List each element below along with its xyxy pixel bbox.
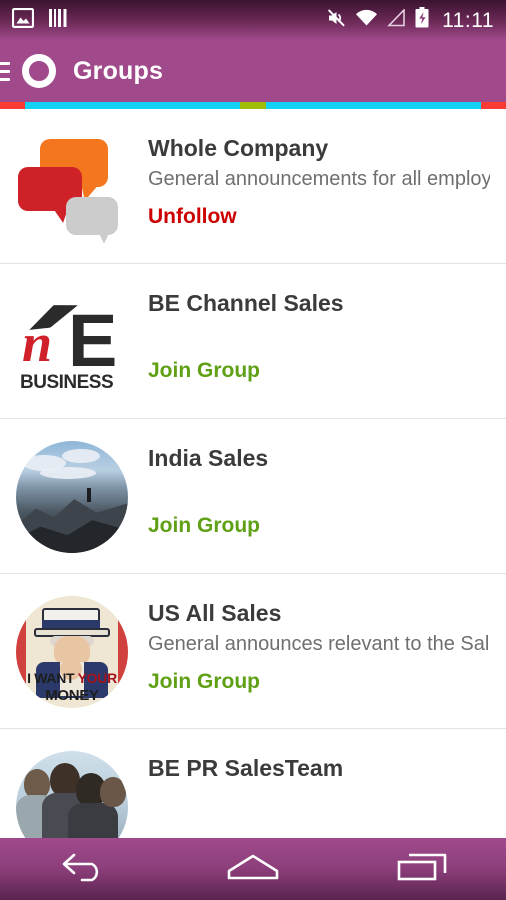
groups-list[interactable]: Whole Company General announcements for … bbox=[0, 109, 506, 838]
accent-segment-0 bbox=[0, 102, 26, 109]
mountain-photo bbox=[16, 441, 128, 553]
image-icon bbox=[11, 7, 35, 33]
accent-segment-1 bbox=[25, 102, 241, 109]
group-name: US All Sales bbox=[148, 600, 282, 626]
accent-segment-2 bbox=[240, 102, 266, 109]
accent-segment-3 bbox=[265, 102, 481, 109]
list-item[interactable]: BE PR SalesTeam bbox=[0, 729, 506, 838]
signal-icon bbox=[387, 7, 406, 32]
phone-screen: 11:11 Groups Whole Company General annou bbox=[0, 0, 506, 900]
logo-letter-n: n bbox=[22, 313, 53, 373]
logo-letter-e: E bbox=[68, 299, 118, 382]
group-description: General announcements for all employ… bbox=[148, 168, 490, 191]
back-button[interactable] bbox=[39, 838, 129, 900]
poster-line-1: I WANT YOUR bbox=[27, 670, 117, 686]
poster-line-2: MONEY bbox=[45, 687, 99, 704]
list-item[interactable]: Whole Company General announcements for … bbox=[0, 109, 506, 264]
group-name: BE Channel Sales bbox=[148, 290, 344, 316]
list-item[interactable]: India Sales Join Group bbox=[0, 419, 506, 574]
wifi-icon bbox=[355, 9, 378, 32]
unfollow-button[interactable]: Unfollow bbox=[148, 204, 237, 229]
list-item-body: US All Sales General announces relevant … bbox=[148, 596, 490, 695]
status-bar-right-icons: 11:11 bbox=[326, 7, 494, 33]
android-nav-bar bbox=[0, 838, 506, 900]
status-bar-clock: 11:11 bbox=[442, 8, 494, 32]
list-item-body: Whole Company General announcements for … bbox=[148, 131, 490, 230]
recents-icon bbox=[395, 851, 449, 888]
battery-charging-icon bbox=[415, 7, 429, 33]
accent-progress-strip bbox=[0, 102, 506, 109]
hamburger-menu-icon[interactable] bbox=[0, 61, 10, 81]
app-logo-ring-icon bbox=[22, 54, 56, 88]
list-item-body: India Sales Join Group bbox=[148, 441, 490, 539]
join-group-button[interactable]: Join Group bbox=[148, 669, 260, 694]
app-bar: Groups bbox=[0, 40, 506, 102]
mute-icon bbox=[326, 8, 346, 33]
status-bar: 11:11 bbox=[0, 0, 506, 40]
group-name: India Sales bbox=[148, 445, 269, 471]
home-icon bbox=[225, 851, 281, 888]
home-button[interactable] bbox=[208, 838, 298, 900]
accent-segment-4 bbox=[480, 102, 506, 109]
recents-button[interactable] bbox=[377, 838, 467, 900]
list-item[interactable]: I WANT YOUR MONEY US All Sales General a… bbox=[0, 574, 506, 729]
join-group-button[interactable]: Join Group bbox=[148, 513, 260, 538]
join-group-button[interactable]: Join Group bbox=[148, 358, 260, 383]
logo-wordmark: BUSINESS bbox=[20, 372, 114, 393]
list-item[interactable]: n E BUSINESS BE Channel Sales Join Group bbox=[0, 264, 506, 419]
list-item-body: BE PR SalesTeam bbox=[148, 751, 490, 781]
page-title: Groups bbox=[73, 56, 164, 85]
group-name: Whole Company bbox=[148, 135, 329, 161]
list-item-body: BE Channel Sales Join Group bbox=[148, 286, 490, 384]
uncle-sam-poster: I WANT YOUR MONEY bbox=[16, 596, 128, 708]
be-business-logo: n E BUSINESS bbox=[16, 286, 128, 398]
group-description: General announces relevant to the Sal… bbox=[148, 633, 490, 656]
team-photo bbox=[16, 751, 128, 838]
barcode-icon bbox=[48, 8, 68, 33]
group-name: BE PR SalesTeam bbox=[148, 755, 344, 781]
speech-bubbles-icon bbox=[16, 131, 128, 243]
status-bar-left-icons bbox=[11, 7, 68, 33]
back-icon bbox=[58, 851, 110, 888]
